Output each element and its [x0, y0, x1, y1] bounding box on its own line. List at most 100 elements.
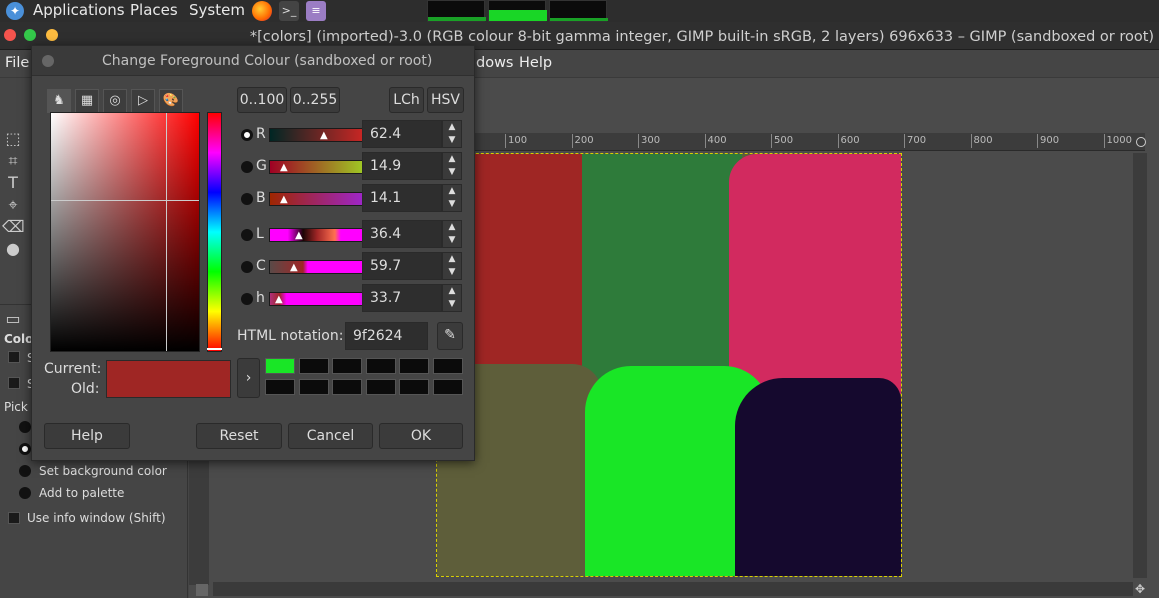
add-palette-label: Add to palette: [39, 486, 125, 500]
g-value-field[interactable]: 14.9: [362, 152, 442, 180]
r-value-field[interactable]: 62.4: [362, 120, 442, 148]
sample-merged-checkbox[interactable]: [8, 351, 20, 363]
history-swatch[interactable]: [332, 358, 362, 374]
navigate-icon[interactable]: ✥: [1133, 582, 1147, 596]
tool-options-tab-icon[interactable]: ▭: [2, 308, 24, 330]
range-0-255-button[interactable]: 0..255: [290, 87, 340, 113]
zoom-corner-icon[interactable]: [196, 584, 208, 596]
ruler-mark: 600: [837, 134, 860, 148]
gimp-selector-tab-icon[interactable]: ♞: [47, 89, 71, 113]
history-swatch[interactable]: [265, 379, 295, 395]
terminal-icon[interactable]: >_: [279, 1, 299, 21]
history-swatch[interactable]: [265, 358, 295, 374]
eraser-icon[interactable]: ⌫: [2, 216, 25, 238]
ruler-mark: 700: [904, 134, 926, 148]
history-swatch[interactable]: [298, 379, 329, 395]
watercolor-selector-tab-icon[interactable]: ◎: [103, 89, 127, 113]
system-panel: ✦ Applications Places System >_ ≡: [0, 0, 1159, 22]
add-to-history-button[interactable]: ›: [237, 358, 260, 398]
path-tool-icon[interactable]: ⌖: [2, 194, 24, 216]
g-radio[interactable]: [241, 161, 253, 173]
palette-selector-tab-icon[interactable]: 🎨: [159, 89, 183, 113]
h-label: h: [256, 290, 265, 306]
h-scale-marker: ▲: [275, 294, 283, 305]
set-background-label: Set background color: [39, 464, 167, 478]
h-radio[interactable]: [241, 293, 253, 305]
history-swatch[interactable]: [332, 379, 362, 395]
l-spinner[interactable]: ▲ ▼: [442, 220, 462, 248]
hue-slider[interactable]: [207, 112, 222, 352]
ok-button[interactable]: OK: [379, 423, 463, 449]
system-menu[interactable]: System: [189, 0, 245, 22]
saturation-value-picker[interactable]: [50, 112, 200, 352]
c-value-field[interactable]: 59.7: [362, 252, 442, 280]
image-canvas[interactable]: [436, 153, 902, 577]
menu-help[interactable]: Help: [519, 55, 552, 71]
quick-mask-icon[interactable]: [1136, 137, 1146, 147]
places-menu[interactable]: Places: [130, 0, 178, 22]
history-swatch[interactable]: [399, 358, 429, 374]
applications-icon[interactable]: ✦: [6, 2, 24, 20]
color-picker-icon[interactable]: ✎: [437, 322, 463, 350]
cancel-button[interactable]: Cancel: [288, 423, 373, 449]
b-radio[interactable]: [241, 193, 253, 205]
cmyk-selector-tab-icon[interactable]: ▦: [75, 89, 99, 113]
minimize-icon[interactable]: [46, 29, 58, 41]
vertical-scrollbar[interactable]: [1133, 153, 1147, 578]
text-tool-icon[interactable]: T: [2, 172, 24, 194]
history-swatch[interactable]: [365, 358, 396, 374]
horizontal-scrollbar[interactable]: [213, 582, 1133, 596]
hsv-button[interactable]: HSV: [427, 87, 464, 113]
c-radio[interactable]: [241, 261, 253, 273]
html-notation-field[interactable]: 9f2624: [345, 322, 428, 350]
lch-button[interactable]: LCh: [389, 87, 424, 113]
c-scale-marker: ▲: [290, 262, 298, 273]
b-scale-marker: ▲: [280, 194, 288, 205]
reset-button[interactable]: Reset: [196, 423, 282, 449]
add-palette-radio[interactable]: [19, 487, 31, 499]
menu-file[interactable]: File: [5, 55, 29, 71]
crop-icon[interactable]: ⌗: [2, 150, 24, 172]
c-spinner[interactable]: ▲ ▼: [442, 252, 462, 280]
use-info-window-checkbox[interactable]: [8, 512, 20, 524]
history-swatch[interactable]: [432, 379, 463, 395]
history-swatch[interactable]: [298, 358, 329, 374]
history-swatch[interactable]: [399, 379, 429, 395]
history-swatch[interactable]: [365, 379, 396, 395]
range-0-100-button[interactable]: 0..100: [237, 87, 287, 113]
set-foreground-radio[interactable]: [19, 443, 31, 455]
menu-windows[interactable]: dows: [476, 55, 514, 71]
picker-crosshair-v: [166, 113, 167, 351]
firefox-icon[interactable]: [252, 1, 272, 21]
b-value-field[interactable]: 14.1: [362, 184, 442, 212]
g-spinner[interactable]: ▲ ▼: [442, 152, 462, 180]
current-old-colour-swatch: [106, 360, 231, 398]
history-swatch[interactable]: [432, 358, 463, 374]
l-radio[interactable]: [241, 229, 253, 241]
use-info-window-label: Use info window (Shift): [27, 511, 166, 525]
pick-target-label: Pick: [4, 400, 28, 414]
wheel-selector-tab-icon[interactable]: ▷: [131, 89, 155, 113]
l-value-field[interactable]: 36.4: [362, 220, 442, 248]
pick-only-radio[interactable]: [19, 421, 31, 433]
vertical-ruler: [189, 455, 209, 585]
h-value-field[interactable]: 33.7: [362, 284, 442, 312]
g-scale-marker: ▲: [280, 162, 288, 173]
help-button[interactable]: Help: [44, 423, 130, 449]
text-editor-icon[interactable]: ≡: [306, 1, 326, 21]
rect-select-icon[interactable]: ⬚: [2, 128, 24, 150]
set-background-radio[interactable]: [19, 465, 31, 477]
r-radio[interactable]: [241, 129, 253, 141]
applications-menu[interactable]: Applications: [33, 0, 125, 22]
ruler-mark: 200: [571, 134, 594, 148]
ink-drop-icon[interactable]: ●: [2, 238, 24, 260]
maximize-icon[interactable]: [24, 29, 36, 41]
r-spinner[interactable]: ▲ ▼: [442, 120, 462, 148]
dialog-close-icon[interactable]: [42, 55, 54, 67]
b-spinner[interactable]: ▲ ▼: [442, 184, 462, 212]
h-spinner[interactable]: ▲ ▼: [442, 284, 462, 312]
b-label: B: [256, 190, 266, 206]
sample-average-checkbox[interactable]: [8, 377, 20, 389]
close-icon[interactable]: [4, 29, 16, 41]
g-label: G: [256, 158, 267, 174]
